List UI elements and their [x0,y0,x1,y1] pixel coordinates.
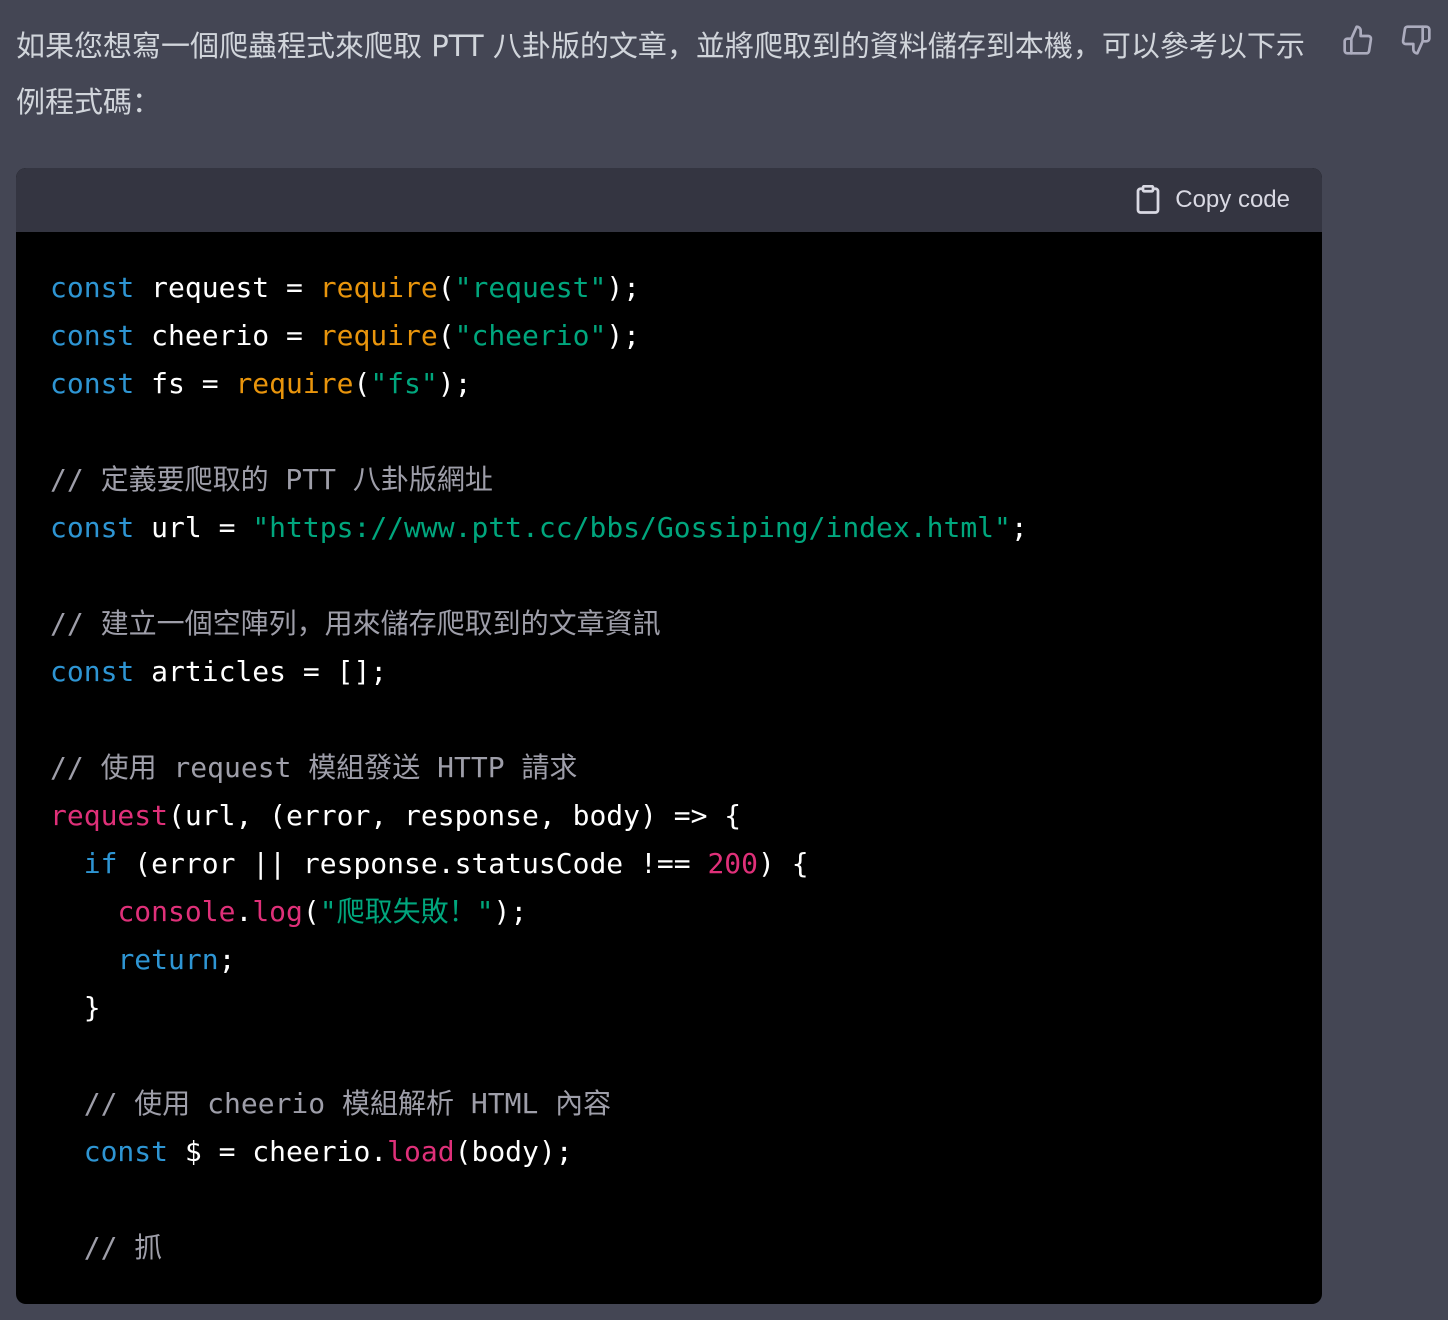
code-token: // 定義要爬取的 PTT 八卦版網址 [50,463,493,496]
copy-code-label: Copy code [1175,186,1290,213]
code-token: if [83,847,118,880]
code-token: $ = cheerio. [168,1135,388,1168]
code-token: "cheerio" [454,319,607,352]
code-line: const request = require("request"); [50,264,1322,312]
code-token: ); [493,895,528,928]
code-token: require [319,319,438,352]
code-token: load [387,1135,455,1168]
code-token: ( [353,367,371,400]
thumbs-down-button[interactable] [1398,22,1434,58]
code-token: "https://www.ptt.cc/bbs/Gossiping/index.… [252,511,1011,544]
code-token: } [50,991,101,1024]
code-line: const articles = []; [50,648,1322,696]
code-token: // 抓 [83,1231,163,1264]
code-token: require [235,367,354,400]
code-token: ); [606,319,641,352]
code-line: const cheerio = require("cheerio"); [50,312,1322,360]
code-block: Copy code const request = require("reque… [16,168,1322,1304]
code-token: log [252,895,303,928]
code-token: console [117,895,236,928]
code-token: . [235,895,253,928]
code-token: "爬取失敗！" [319,895,494,928]
copy-code-button[interactable]: Copy code [1135,185,1290,215]
code-token: const [50,511,135,544]
code-line: const $ = cheerio.load(body); [50,1128,1322,1176]
code-token: ; [218,943,236,976]
code-line: const fs = require("fs"); [50,360,1322,408]
code-line: // 建立一個空陣列，用來儲存爬取到的文章資訊 [50,600,1322,648]
code-token: ; [1010,511,1028,544]
code-token: fs = [134,367,236,400]
code-token: // 使用 request 模組發送 HTTP 請求 [50,751,578,784]
code-token: const [50,655,135,688]
thumbs-up-button[interactable] [1340,22,1376,58]
code-token: (url, (error, response, body) => { [168,799,742,832]
code-token: ( [302,895,320,928]
code-token: // 使用 cheerio 模組解析 HTML 內容 [83,1087,612,1120]
code-line: if (error || response.statusCode !== 200… [50,840,1322,888]
code-token: (error || response.statusCode !== [117,847,708,880]
code-line: // 定義要爬取的 PTT 八卦版網址 [50,456,1322,504]
code-token: 200 [707,847,759,880]
code-token: url = [134,511,253,544]
code-line: const url = "https://www.ptt.cc/bbs/Goss… [50,504,1322,552]
thumbs-down-icon [1401,25,1431,55]
code-token: return [117,943,219,976]
code-token: // 建立一個空陣列，用來儲存爬取到的文章資訊 [50,607,661,640]
code-token: ); [606,271,641,304]
code-line: request(url, (error, response, body) => … [50,792,1322,840]
code-line: // 使用 cheerio 模組解析 HTML 內容 [50,1080,1322,1128]
feedback-buttons [1340,22,1434,58]
code-token: articles = []; [134,655,388,688]
code-token: const [50,271,135,304]
code-token: "request" [454,271,607,304]
code-token: require [319,271,438,304]
clipboard-icon [1136,185,1160,214]
thumbs-up-icon [1343,25,1373,55]
code-token: cheerio = [134,319,320,352]
code-line: // 使用 request 模組發送 HTTP 請求 [50,744,1322,792]
code-token: request [50,799,169,832]
code-line: return; [50,936,1322,984]
code-token: ( [437,319,455,352]
code-token: ( [437,271,455,304]
code-token: ) { [758,847,809,880]
code-token: ); [437,367,472,400]
code-token: (body); [454,1135,573,1168]
code-content[interactable]: const request = require("request"); const… [16,232,1322,1272]
code-line: // 抓 [50,1224,1322,1272]
assistant-message-text: 如果您想寫一個爬蟲程式來爬取 PTT 八卦版的文章，並將爬取到的資料儲存到本機，… [16,29,1305,119]
code-line: } [50,984,1322,1032]
code-token: const [50,319,135,352]
code-line: console.log("爬取失敗！"); [50,888,1322,936]
code-token: const [83,1135,169,1168]
code-token: request = [134,271,320,304]
code-token: const [50,367,135,400]
code-block-header: Copy code [16,168,1322,232]
code-token: "fs" [370,367,438,400]
